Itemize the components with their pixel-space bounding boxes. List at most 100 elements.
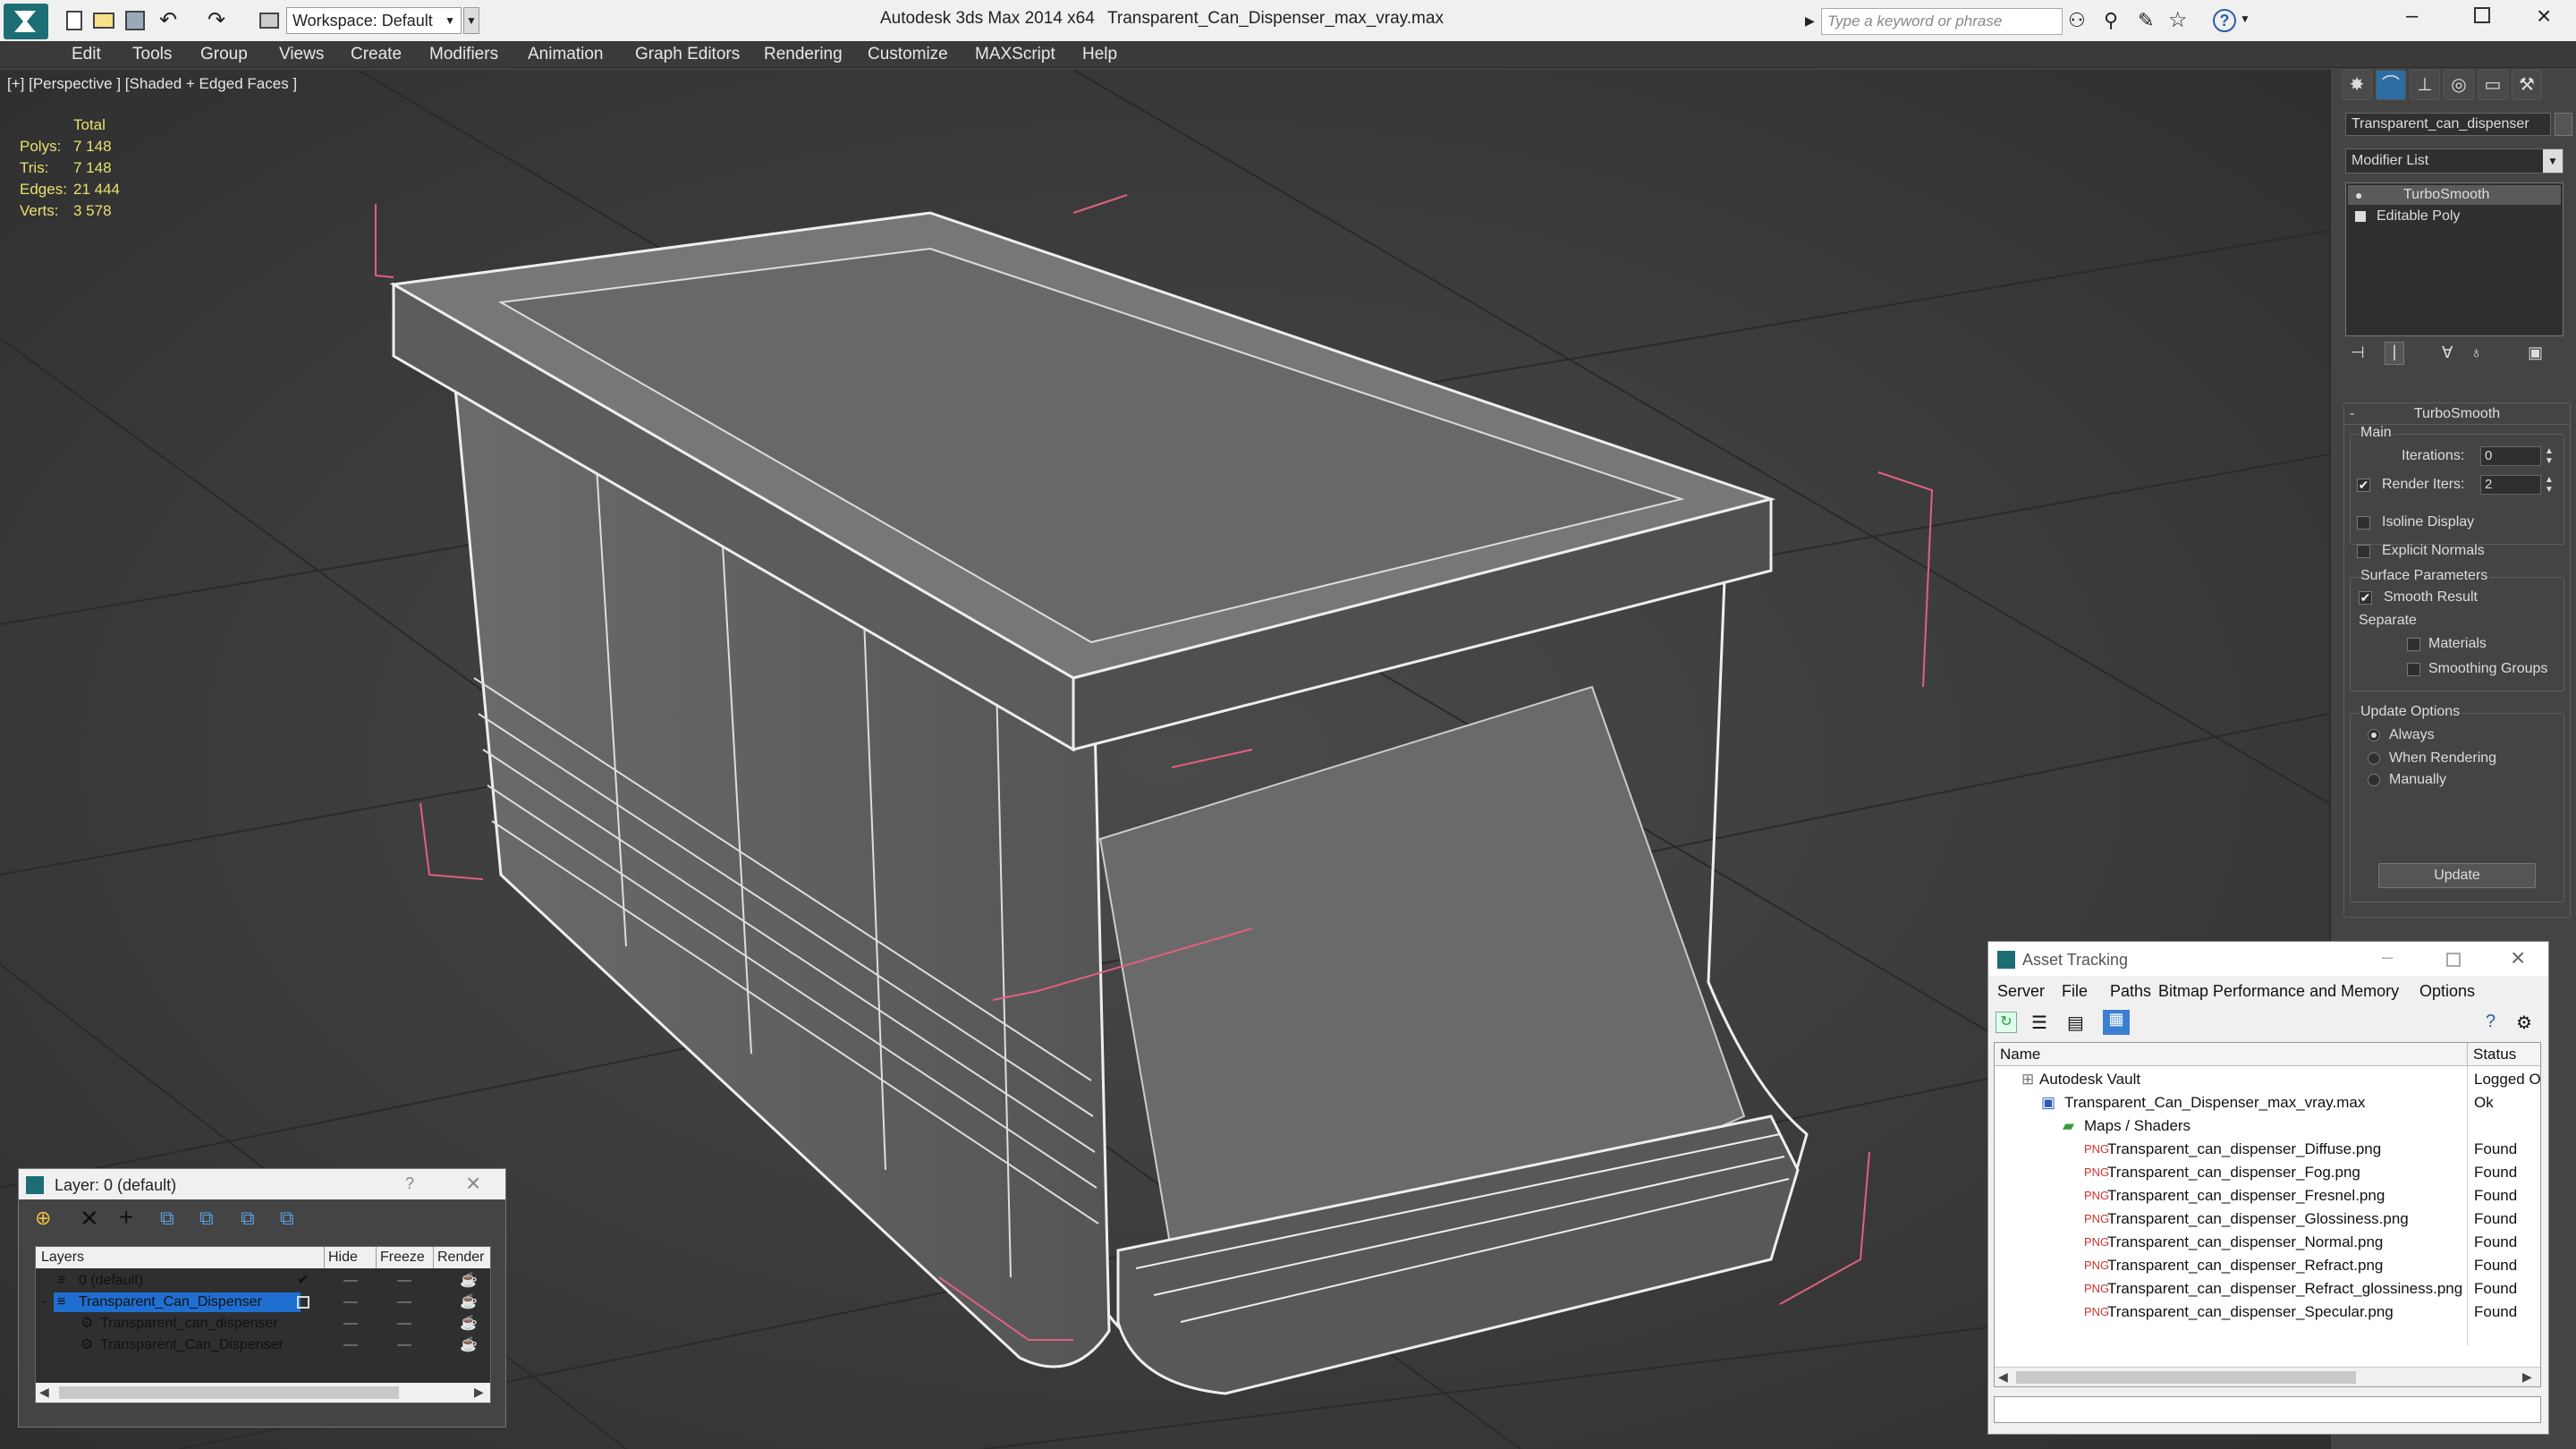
spinner-arrows-icon[interactable]: ▲ ▼ [2545, 446, 2554, 466]
asset-menu-server[interactable]: Server [1997, 978, 2045, 1004]
menu-group[interactable]: Group [200, 45, 248, 64]
freeze-all-icon[interactable]: ⧉ [280, 1207, 294, 1230]
show-end-result-icon[interactable]: | [2385, 342, 2404, 365]
help-icon[interactable]: ? [2213, 9, 2236, 32]
workspace-expand-icon[interactable]: ▼ [463, 7, 479, 34]
scroll-thumb[interactable] [2016, 1371, 2356, 1384]
remove-modifier-icon[interactable]: ♁ [2470, 343, 2483, 362]
scroll-left-icon[interactable]: ◀ [1998, 1369, 2008, 1385]
scroll-right-icon[interactable]: ▶ [474, 1385, 484, 1400]
asset-row[interactable]: ⊞ Autodesk Vault Logged Out [1995, 1068, 2540, 1091]
column-hide[interactable]: Hide [324, 1247, 358, 1268]
lightbulb-icon[interactable]: ● [2355, 185, 2362, 205]
menu-customize[interactable]: Customize [868, 45, 948, 64]
viewport-label[interactable]: [+] [Perspective ] [Shaded + Edged Faces… [7, 75, 297, 93]
menu-views[interactable]: Views [279, 45, 324, 64]
layer-row[interactable]: ≡ 0 (default) ✔ — — ☕ [36, 1270, 490, 1292]
hide-toggle[interactable]: — [343, 1313, 358, 1335]
asset-row[interactable]: PNG Transparent_can_dispenser_Glossiness… [1995, 1208, 2540, 1231]
column-layers[interactable]: Layers [41, 1247, 84, 1268]
delete-layer-icon[interactable]: ✕ [80, 1205, 99, 1233]
asset-menu-options[interactable]: Options [2419, 978, 2475, 1004]
freeze-toggle[interactable]: — [397, 1335, 411, 1356]
maximize-icon[interactable] [2446, 953, 2461, 967]
iterations-spinner[interactable]: 0 [2480, 446, 2541, 466]
maximize-icon[interactable] [2474, 7, 2490, 23]
layer-row[interactable]: - ≡ Transparent_Can_Dispenser — — ☕ [36, 1292, 490, 1313]
render-teapot-icon[interactable]: ☕ [460, 1313, 478, 1335]
hierarchy-tab-icon[interactable]: ⊥ [2410, 70, 2440, 100]
close-icon[interactable]: × [2537, 2, 2551, 30]
save-icon[interactable] [125, 11, 145, 30]
render-teapot-icon[interactable]: ☕ [460, 1292, 478, 1313]
open-file-icon[interactable] [93, 13, 114, 29]
isoline-checkbox[interactable] [2357, 516, 2370, 530]
active-check-icon[interactable]: ✔ [297, 1270, 309, 1292]
asset-titlebar[interactable]: Asset Tracking – × [1988, 942, 2548, 976]
create-layer-icon[interactable]: ⊕ [35, 1207, 51, 1230]
pin-stack-icon[interactable]: ⊣ [2351, 343, 2365, 362]
redo-icon[interactable]: ↷ [208, 7, 225, 33]
settings-icon[interactable]: ⚙ [2516, 1012, 2532, 1034]
make-unique-icon[interactable]: ∀ [2442, 343, 2453, 362]
manually-radio[interactable] [2368, 774, 2380, 786]
display-tab-icon[interactable]: ▭ [2478, 70, 2508, 100]
render-iters-checkbox[interactable]: ✔ [2357, 479, 2370, 492]
smoothing-groups-checkbox[interactable] [2407, 663, 2420, 676]
column-render[interactable]: Render [433, 1247, 484, 1268]
update-button[interactable]: Update [2378, 863, 2536, 888]
rollout-header[interactable]: - TurboSmooth [2344, 403, 2570, 425]
object-name-field[interactable]: Transparent_can_dispenser [2345, 113, 2551, 136]
stack-item-turbosmooth[interactable]: ● TurboSmooth [2348, 185, 2561, 205]
menu-maxscript[interactable]: MAXScript [975, 45, 1055, 64]
create-tab-icon[interactable]: ✸ [2342, 70, 2372, 100]
modify-tab-icon[interactable]: ⌒ [2376, 70, 2406, 100]
asset-menu-file[interactable]: File [2062, 978, 2088, 1004]
layer-hscrollbar[interactable]: ◀ ▶ [36, 1383, 490, 1402]
new-file-icon[interactable] [66, 11, 82, 30]
menu-graph-editors[interactable]: Graph Editors [635, 45, 740, 64]
menu-create[interactable]: Create [351, 45, 402, 64]
layer-dialog-titlebar[interactable]: Layer: 0 (default) ? × [19, 1169, 505, 1199]
hide-toggle[interactable]: — [343, 1292, 358, 1313]
smooth-result-checkbox[interactable]: ✔ [2359, 591, 2372, 605]
column-freeze[interactable]: Freeze [376, 1247, 425, 1268]
add-to-layer-icon[interactable]: + [119, 1203, 133, 1232]
collapse-icon[interactable]: - [41, 1292, 46, 1313]
close-icon[interactable]: × [466, 1169, 480, 1198]
project-folder-icon[interactable] [259, 13, 279, 29]
render-iters-spinner[interactable]: 2 [2480, 475, 2541, 495]
column-status[interactable]: Status [2467, 1043, 2516, 1066]
asset-menu-paths[interactable]: Paths [2110, 978, 2151, 1004]
asset-row[interactable]: PNG Transparent_can_dispenser_Specular.p… [1995, 1301, 2540, 1324]
asset-row[interactable]: ▣ Transparent_Can_Dispenser_max_vray.max… [1995, 1091, 2540, 1114]
close-icon[interactable]: × [2511, 944, 2525, 972]
layer-row[interactable]: ⚙ Transparent_Can_Dispenser — — ☕ [36, 1335, 490, 1356]
asset-row[interactable]: ▰ Maps / Shaders [1995, 1114, 2540, 1138]
workspace-dropdown[interactable]: Workspace: Default ▼ [286, 7, 462, 34]
help-icon[interactable]: ? [2486, 1012, 2496, 1032]
render-teapot-icon[interactable]: ☕ [460, 1270, 478, 1292]
subscription-icon[interactable]: ⚲ [2104, 9, 2118, 32]
layer-row[interactable]: ⚙ Transparent_can_dispenser — — ☕ [36, 1313, 490, 1335]
favorites-icon[interactable]: ☆ [2168, 7, 2188, 33]
refresh-icon[interactable]: ↻ [1996, 1012, 2017, 1033]
materials-checkbox[interactable] [2407, 638, 2420, 651]
explicit-normals-checkbox[interactable] [2357, 545, 2370, 558]
always-radio[interactable] [2368, 729, 2380, 741]
list-view-icon[interactable]: ☰ [2031, 1012, 2047, 1034]
table-view-icon[interactable]: ▤ [2067, 1012, 2084, 1034]
asset-row[interactable]: PNG Transparent_can_dispenser_Refract.pn… [1995, 1254, 2540, 1277]
asset-path-field[interactable] [1994, 1396, 2541, 1423]
stack-item-editable-poly[interactable]: Editable Poly [2348, 207, 2561, 226]
select-in-layer-icon[interactable]: ⧉ [160, 1207, 174, 1230]
menu-rendering[interactable]: Rendering [764, 45, 843, 64]
asset-row[interactable]: PNG Transparent_can_dispenser_Diffuse.pn… [1995, 1138, 2540, 1161]
search-arrow-icon[interactable]: ▶ [1805, 11, 1818, 30]
asset-row[interactable]: PNG Transparent_can_dispenser_Normal.png… [1995, 1231, 2540, 1254]
active-box-icon[interactable] [297, 1296, 309, 1309]
spinner-arrows-icon[interactable]: ▲ ▼ [2545, 475, 2554, 495]
menu-edit[interactable]: Edit [72, 45, 101, 64]
hide-toggle[interactable]: — [343, 1270, 358, 1292]
asset-menu-bitmap[interactable]: Bitmap Performance and Memory [2158, 978, 2399, 1004]
